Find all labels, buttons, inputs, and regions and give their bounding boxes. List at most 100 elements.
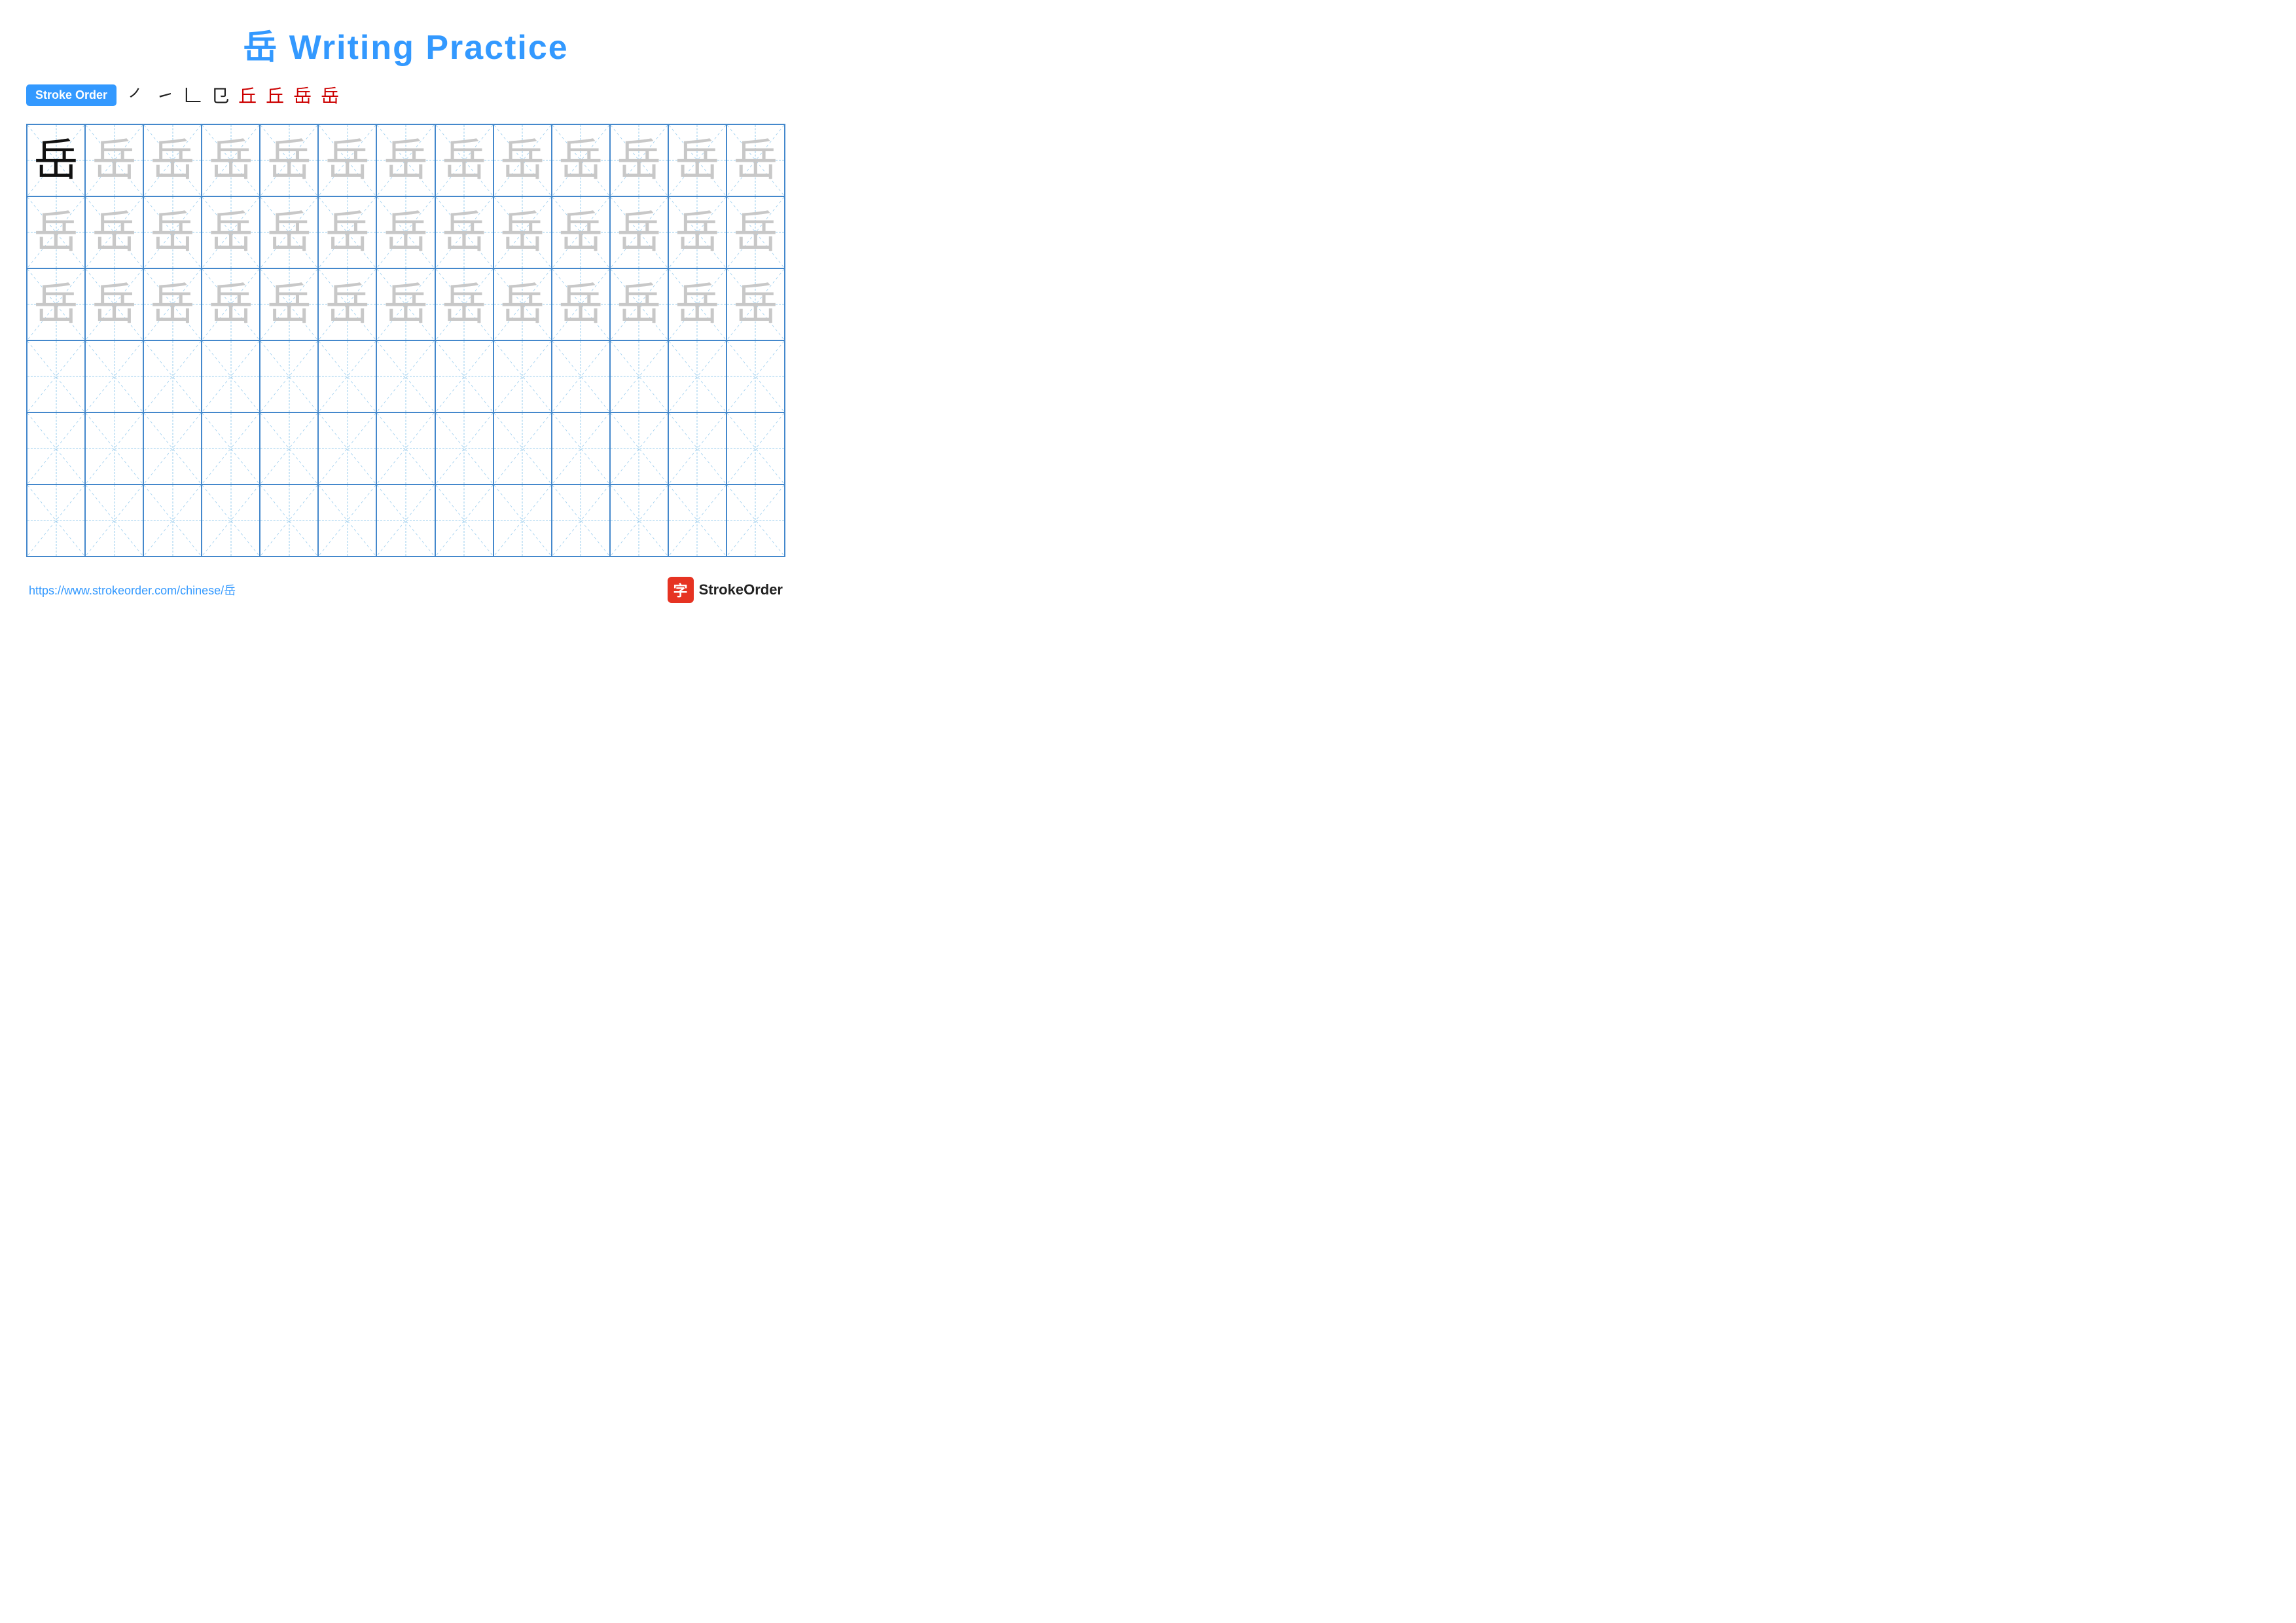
grid-cell[interactable]: 岳 [318, 196, 376, 268]
grid-cell[interactable] [260, 484, 318, 556]
grid-cell[interactable]: 岳 [376, 124, 435, 196]
grid-cell[interactable]: 岳 [552, 124, 610, 196]
grid-cell[interactable]: 岳 [202, 196, 260, 268]
grid-cell[interactable]: 岳 [318, 124, 376, 196]
grid-cell[interactable] [85, 340, 143, 412]
grid-cell[interactable]: 岳 [202, 124, 260, 196]
grid-cell[interactable] [260, 412, 318, 484]
grid-cell[interactable]: 岳 [27, 124, 85, 196]
char-guide: 岳 [500, 138, 545, 183]
grid-cell[interactable]: 岳 [318, 268, 376, 340]
char-guide: 岳 [209, 282, 253, 327]
grid-cell[interactable] [435, 412, 493, 484]
grid-cell[interactable]: 岳 [552, 196, 610, 268]
grid-cell[interactable]: 岳 [85, 124, 143, 196]
grid-cell[interactable]: 岳 [552, 268, 610, 340]
grid-cell[interactable] [376, 412, 435, 484]
grid-cell[interactable] [726, 412, 785, 484]
grid-cell[interactable] [435, 484, 493, 556]
grid-cell[interactable] [318, 412, 376, 484]
char-guide: 岳 [325, 210, 370, 255]
grid-cell[interactable] [27, 340, 85, 412]
char-guide: 岳 [209, 210, 253, 255]
grid-cell[interactable] [27, 412, 85, 484]
char-guide: 岳 [442, 282, 486, 327]
char-guide: 岳 [500, 210, 545, 255]
stroke-seq-char-6: 丘 [266, 82, 284, 108]
grid-cell[interactable] [493, 484, 552, 556]
grid-cell[interactable] [726, 340, 785, 412]
char-guide: 岳 [675, 282, 719, 327]
char-guide: 岳 [617, 138, 661, 183]
char-guide: 岳 [733, 210, 778, 255]
grid-cell[interactable]: 岳 [726, 196, 785, 268]
grid-cell[interactable]: 岳 [435, 268, 493, 340]
grid-cell[interactable] [143, 340, 202, 412]
grid-cell[interactable] [27, 484, 85, 556]
grid-cell[interactable] [85, 484, 143, 556]
grid-cell[interactable] [668, 484, 726, 556]
grid-cell[interactable] [552, 412, 610, 484]
grid-cell[interactable] [493, 412, 552, 484]
grid-cell[interactable] [610, 340, 668, 412]
grid-cell[interactable] [726, 484, 785, 556]
grid-cell[interactable] [260, 340, 318, 412]
grid-cell[interactable]: 岳 [668, 196, 726, 268]
grid-cell[interactable] [376, 340, 435, 412]
char-guide: 岳 [34, 282, 79, 327]
grid-cell[interactable] [668, 340, 726, 412]
grid-cell[interactable]: 岳 [493, 268, 552, 340]
grid-cell[interactable]: 岳 [27, 196, 85, 268]
grid-cell[interactable]: 岳 [27, 268, 85, 340]
grid-cell[interactable]: 岳 [376, 196, 435, 268]
grid-cell[interactable]: 岳 [726, 124, 785, 196]
grid-cell[interactable]: 岳 [435, 124, 493, 196]
grid-cell[interactable]: 岳 [435, 196, 493, 268]
stroke-seq-char-7: 岳 [293, 82, 312, 108]
grid-cell[interactable] [435, 340, 493, 412]
footer: https://www.strokeorder.com/chinese/岳 字 … [26, 577, 785, 603]
grid-cell[interactable]: 岳 [668, 124, 726, 196]
grid-cell[interactable] [85, 412, 143, 484]
char-guide: 岳 [151, 210, 195, 255]
grid-cell[interactable]: 岳 [668, 268, 726, 340]
grid-cell[interactable] [552, 340, 610, 412]
grid-cell[interactable]: 岳 [260, 196, 318, 268]
grid-cell[interactable]: 岳 [493, 196, 552, 268]
grid-cell[interactable]: 岳 [85, 268, 143, 340]
char-dark: 岳 [34, 138, 79, 183]
grid-cell[interactable]: 岳 [610, 196, 668, 268]
grid-cell[interactable] [493, 340, 552, 412]
grid-cell[interactable]: 岳 [143, 196, 202, 268]
logo-text: StrokeOrder [699, 581, 783, 598]
grid-cell[interactable] [143, 484, 202, 556]
char-guide: 岳 [675, 210, 719, 255]
grid-cell[interactable]: 岳 [376, 268, 435, 340]
grid-cell[interactable] [318, 484, 376, 556]
footer-url: https://www.strokeorder.com/chinese/岳 [29, 581, 236, 598]
grid-cell[interactable]: 岳 [260, 268, 318, 340]
grid-cell[interactable]: 岳 [202, 268, 260, 340]
grid-cell[interactable] [318, 340, 376, 412]
grid-cell[interactable] [143, 412, 202, 484]
grid-cell[interactable]: 岳 [493, 124, 552, 196]
grid-cell[interactable] [202, 340, 260, 412]
grid-cell[interactable] [610, 484, 668, 556]
stroke-seq-char-5: 丘 [238, 82, 257, 108]
grid-cell[interactable] [610, 412, 668, 484]
grid-cell[interactable] [202, 412, 260, 484]
grid-cell[interactable]: 岳 [143, 268, 202, 340]
stroke-seq-char-8: 岳 [321, 82, 339, 108]
grid-cell[interactable] [376, 484, 435, 556]
grid-cell[interactable]: 岳 [610, 268, 668, 340]
char-guide: 岳 [500, 282, 545, 327]
grid-cell[interactable] [552, 484, 610, 556]
stroke-sequence: ㇒㇀𠃊㔾丘丘岳岳 [128, 82, 339, 108]
grid-cell[interactable] [668, 412, 726, 484]
grid-cell[interactable] [202, 484, 260, 556]
grid-cell[interactable]: 岳 [85, 196, 143, 268]
grid-cell[interactable]: 岳 [610, 124, 668, 196]
grid-cell[interactable]: 岳 [260, 124, 318, 196]
grid-cell[interactable]: 岳 [143, 124, 202, 196]
grid-cell[interactable]: 岳 [726, 268, 785, 340]
